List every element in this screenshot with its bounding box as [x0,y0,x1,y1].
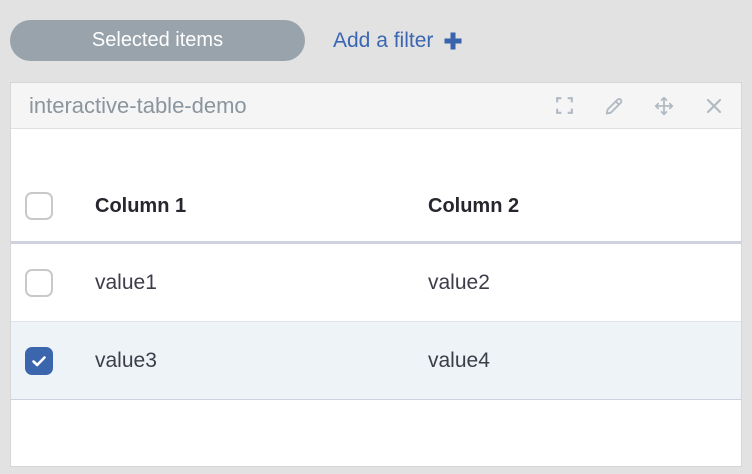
column-header[interactable]: Column 2 [428,195,741,218]
edit-pencil-icon[interactable] [603,95,625,117]
header-checkbox-cell [25,192,95,220]
table-row[interactable]: value1 value2 [11,244,741,322]
row-checkbox[interactable] [25,347,53,375]
panel-header: interactive-table-demo [11,83,741,129]
table-row[interactable]: value3 value4 [11,322,741,400]
close-icon[interactable] [703,95,725,117]
plus-icon [442,30,464,52]
row-checkbox-cell [25,347,95,375]
panel-actions [553,95,725,117]
table-cell: value2 [428,271,741,295]
add-filter-label: Add a filter [333,29,433,53]
table-cell: value1 [95,271,428,295]
row-checkbox[interactable] [25,269,53,297]
table-header-row: Column 1 Column 2 [11,171,741,244]
row-checkbox-cell [25,269,95,297]
add-filter-button[interactable]: Add a filter [333,29,464,53]
table-cell: value3 [95,349,428,373]
selected-items-label: Selected items [92,29,223,52]
expand-icon[interactable] [553,95,575,117]
panel-title: interactive-table-demo [29,93,553,119]
panel-body: Column 1 Column 2 value1 value2 [11,129,741,466]
column-header[interactable]: Column 1 [95,195,428,218]
top-toolbar: Selected items Add a filter [0,0,752,70]
selected-items-button[interactable]: Selected items [10,20,305,61]
interactive-table-panel: interactive-table-demo [10,82,742,467]
move-icon[interactable] [653,95,675,117]
select-all-checkbox[interactable] [25,192,53,220]
table-cell: value4 [428,349,741,373]
